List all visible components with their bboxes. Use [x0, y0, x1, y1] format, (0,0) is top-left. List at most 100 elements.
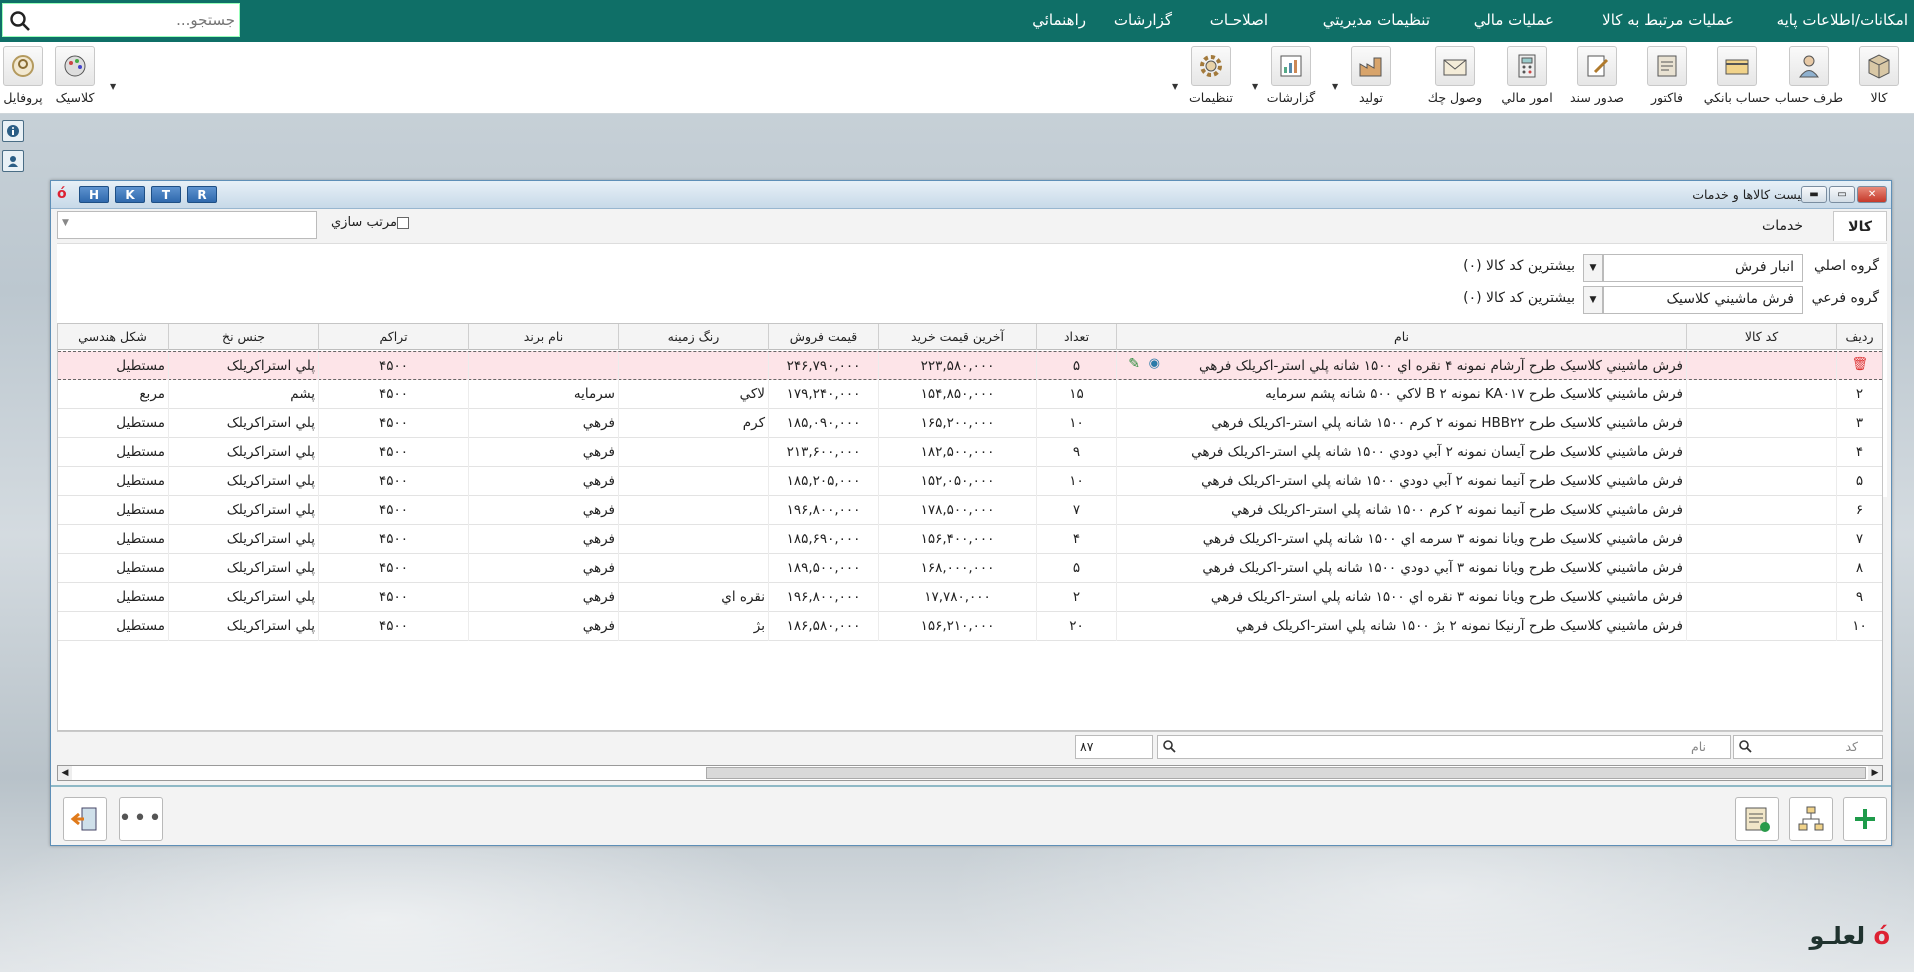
add-button[interactable] [1843, 797, 1887, 841]
main-group-field[interactable]: انبار فرش [1603, 254, 1803, 282]
tab-goods[interactable]: کالا [1833, 211, 1887, 241]
cell-yarn-material: پلي استراکريلک [168, 409, 318, 438]
column-header-density[interactable]: تراکم [318, 324, 468, 350]
cell-background-color [618, 496, 768, 525]
column-header-last-purchase-price[interactable]: آخرين قيمت خريد [878, 324, 1036, 350]
delete-icon[interactable]: 🗑 [1851, 357, 1868, 372]
column-header-yarn-material[interactable]: جنس نخ [168, 324, 318, 350]
cell-brand-name: فرهي [468, 612, 618, 641]
more-options-button[interactable]: ••• [119, 797, 163, 841]
menu-help[interactable]: راهنمائي [1032, 11, 1086, 29]
chevron-down-icon[interactable]: ▼ [1583, 286, 1603, 314]
chevron-down-icon[interactable]: ▼ [1332, 82, 1338, 91]
toolbar-item-bank-account[interactable]: حساب بانکي [1702, 46, 1772, 110]
cell-yarn-material: پلي استراکريلک [168, 352, 318, 381]
hotkey-h-button[interactable]: H [79, 186, 109, 203]
cell-geometric-shape: مستطيل [58, 496, 168, 525]
menu-item-operations[interactable]: عمليات مرتبط به کالا [1602, 11, 1734, 29]
table-row[interactable]: ۲ فرش ماشيني كلاسيک طرح KA۰۱۷ نمونه B ۲ ل… [58, 380, 1882, 409]
column-header-geometric-shape[interactable]: شکل هندسي [58, 324, 168, 350]
toolbar-item-issue-document[interactable]: صدور سند [1562, 46, 1632, 110]
toolbar-item-reports[interactable]: گزارشات ▼ [1252, 46, 1326, 110]
table-row[interactable]: ۶ فرش ماشيني كلاسيک طرح آنيما نمونه ۲ کرم… [58, 496, 1882, 525]
scroll-thumb[interactable] [706, 767, 1866, 779]
maximize-icon[interactable]: ▭ [1829, 186, 1855, 203]
eye-icon[interactable]: ◉ [1149, 356, 1160, 371]
column-header-item-name[interactable]: نام [1116, 324, 1686, 350]
exit-door-icon [70, 807, 97, 831]
report-list-button[interactable] [1735, 797, 1779, 841]
toolbar-item-account-party[interactable]: طرف حساب [1774, 46, 1844, 110]
cell-background-color [618, 554, 768, 583]
edit-icon[interactable]: ✎ [1128, 356, 1140, 372]
menu-basic-info[interactable]: امکانات/اطلاعات پايه [1777, 11, 1908, 29]
factory-icon [1351, 46, 1391, 86]
cell-geometric-shape: مستطيل [58, 554, 168, 583]
table-row[interactable]: ۷ فرش ماشيني كلاسيک طرح ويانا نمونه ۳ سرم… [58, 525, 1882, 554]
column-header-item-code[interactable]: کد کالا [1686, 324, 1836, 350]
close-icon[interactable]: ✕ [1857, 186, 1887, 203]
minimize-icon[interactable]: ▬ [1801, 186, 1827, 203]
tab-services[interactable]: خدمات [1748, 211, 1817, 241]
table-row[interactable]: ۳ فرش ماشيني كلاسيک طرح HBB۲۲ نمونه ۲ کرم… [58, 409, 1882, 438]
toolbar-item-invoice[interactable]: فاکتور [1632, 46, 1702, 110]
table-row[interactable]: ۵ فرش ماشيني كلاسيک طرح آنيما نمونه ۲ آبي… [58, 467, 1882, 496]
table-row[interactable]: ۱۰ فرش ماشيني كلاسيک طرح آرنيکا نمونه ۲ ب… [58, 612, 1882, 641]
chevron-down-icon[interactable]: ▼ [1583, 254, 1603, 282]
chevron-down-icon[interactable]: ▼ [1252, 82, 1258, 91]
window-title: ليست کالاها و خدمات [1692, 187, 1805, 202]
cell-quantity: ۴ [1036, 525, 1116, 554]
column-header-row-number[interactable]: رديف [1836, 324, 1882, 350]
toolbar-item-settings[interactable]: تنظيمات ▼ [1172, 46, 1246, 110]
search-icon[interactable] [9, 10, 31, 32]
table-row[interactable]: ۹ فرش ماشيني كلاسيک طرح ويانا نمونه ۳ نقر… [58, 583, 1882, 612]
cell-sale-price: ۱۷۹,۲۴۰,۰۰۰ [768, 380, 878, 409]
info-icon[interactable] [2, 120, 24, 142]
chart-report-icon [1271, 46, 1311, 86]
user-card-icon[interactable] [2, 150, 24, 172]
column-header-sale-price[interactable]: قيمت فروش [768, 324, 878, 350]
horizontal-scrollbar[interactable]: ◀ ▶ [57, 765, 1883, 781]
window-footer: ••• [51, 785, 1891, 845]
chevron-down-icon[interactable]: ▼ [110, 82, 116, 91]
scroll-right-icon[interactable]: ▶ [1868, 766, 1882, 780]
hotkey-t-button[interactable]: T [151, 186, 181, 203]
cell-quantity: ۱۰ [1036, 467, 1116, 496]
group-tree-button[interactable] [1789, 797, 1833, 841]
exit-button[interactable] [63, 797, 107, 841]
menu-financial-operations[interactable]: عمليات مالي [1474, 11, 1554, 29]
toolbar-item-goods[interactable]: کالا [1844, 46, 1914, 110]
sort-combobox[interactable]: ▼ [57, 211, 317, 239]
goods-table: رديف کد کالا نام تعداد آخرين قيمت خريد قيمت ف… [57, 323, 1883, 731]
menu-reports[interactable]: گزارشات [1114, 11, 1172, 29]
sub-group-field[interactable]: فرش ماشيني كلاسيک [1603, 286, 1803, 314]
cell-item-name: فرش ماشيني كلاسيک طرح آنيما نمونه ۲ کرم … [1116, 496, 1686, 525]
toolbar-item-receive-check[interactable]: وصول چك [1420, 46, 1490, 110]
column-header-background-color[interactable]: رنگ زمينه [618, 324, 768, 350]
search-input[interactable] [45, 8, 235, 32]
column-header-brand-name[interactable]: نام برند [468, 324, 618, 350]
chevron-down-icon[interactable]: ▼ [1172, 82, 1178, 91]
table-row[interactable]: ۴ فرش ماشيني كلاسيک طرح آيسان نمونه ۲ آبي… [58, 438, 1882, 467]
code-filter-input[interactable]: کد [1733, 735, 1883, 759]
table-row[interactable]: ۸ فرش ماشيني كلاسيک طرح ويانا نمونه ۳ آبي… [58, 554, 1882, 583]
menu-management-settings[interactable]: تنظيمات مديريتي [1323, 11, 1430, 29]
cell-sale-price: ۲۱۳,۶۰۰,۰۰۰ [768, 438, 878, 467]
menu-corrections[interactable]: اصلاحـات [1210, 11, 1268, 29]
toolbar-item-profile[interactable]: پروفايل [0, 46, 58, 110]
cell-quantity: ۵ [1036, 554, 1116, 583]
sort-checkbox[interactable] [397, 217, 409, 229]
cell-geometric-shape: مستطيل [58, 583, 168, 612]
cell-brand-name [468, 352, 618, 381]
name-filter-input[interactable]: نام [1157, 735, 1731, 759]
column-header-quantity[interactable]: تعداد [1036, 324, 1116, 350]
cell-item-name: فرش ماشيني كلاسيک طرح آنيما نمونه ۲ آبي … [1116, 467, 1686, 496]
calculator-icon [1507, 46, 1547, 86]
toolbar-item-production[interactable]: توليد ▼ [1332, 46, 1406, 110]
table-row[interactable]: فرش ماشيني كلاسيک طرح آرشام نمونه ۴ نقره… [58, 351, 1882, 381]
hotkey-r-button[interactable]: R [187, 186, 217, 203]
toolbar-item-financial-affairs[interactable]: امور مالي [1492, 46, 1562, 110]
cell-last-purchase-price: ۱۶۸,۰۰۰,۰۰۰ [878, 554, 1036, 583]
scroll-left-icon[interactable]: ◀ [58, 766, 72, 780]
hotkey-k-button[interactable]: K [115, 186, 145, 203]
